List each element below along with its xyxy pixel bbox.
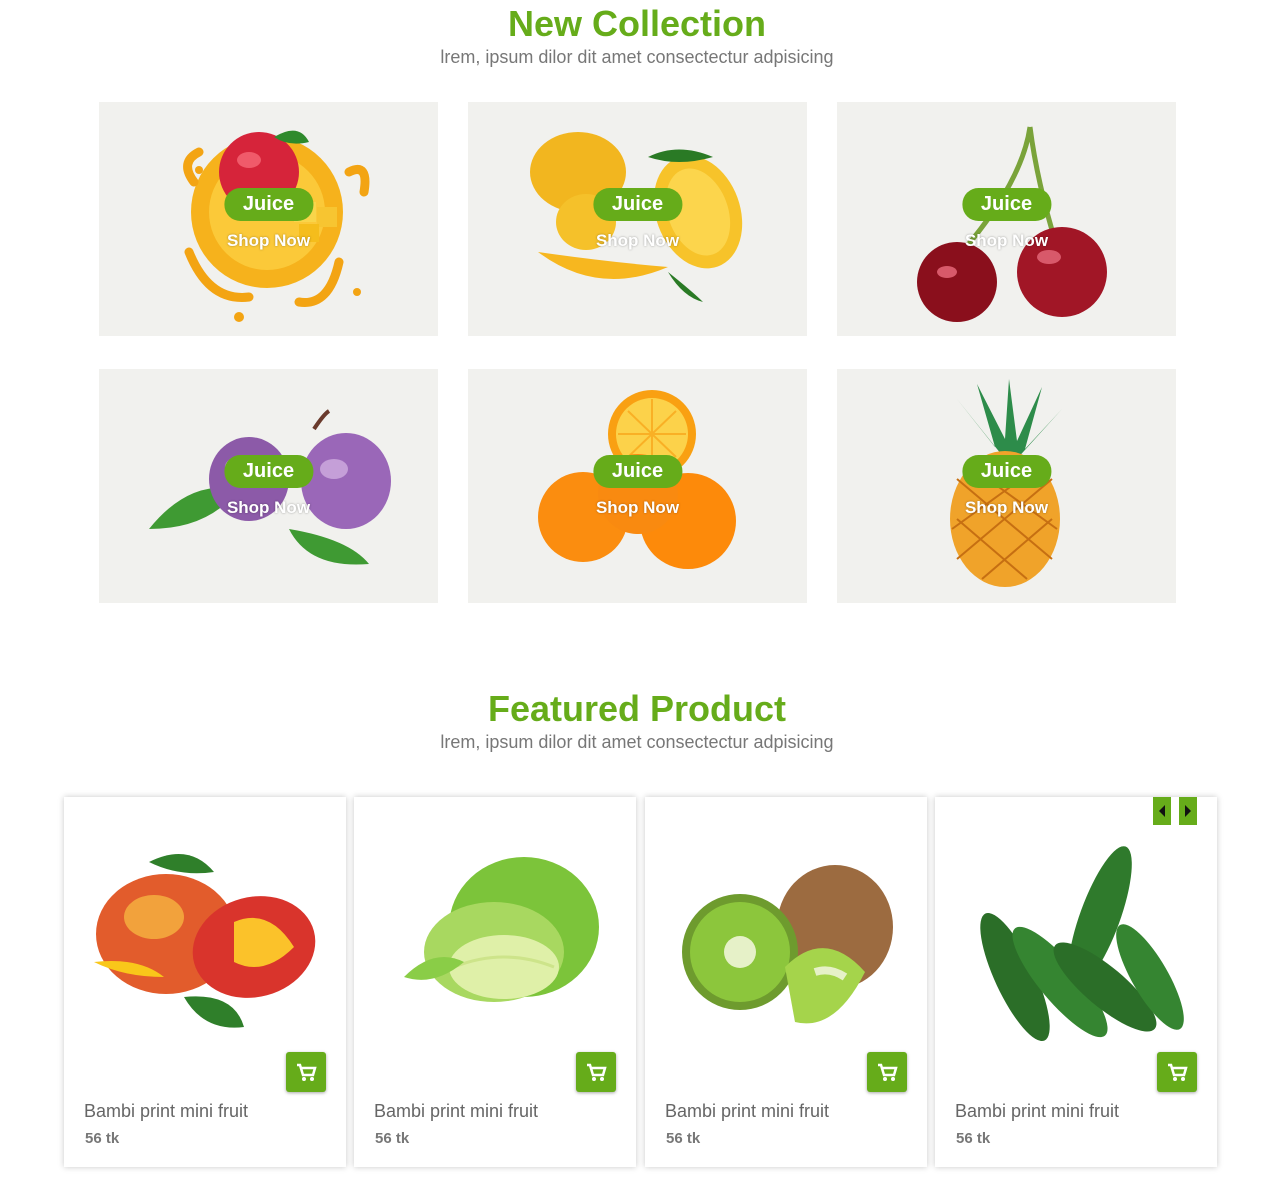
- product-name[interactable]: Bambi print mini fruit: [374, 1101, 538, 1122]
- collection-card[interactable]: Juice Shop Now: [837, 369, 1176, 603]
- collection-card[interactable]: Juice Shop Now: [837, 102, 1176, 336]
- product-price: 56 tk: [85, 1130, 120, 1147]
- product-price: 56 tk: [956, 1130, 991, 1147]
- kiwi-product-image: [682, 865, 893, 1024]
- collection-card[interactable]: Juice Shop Now: [99, 102, 438, 336]
- product-card[interactable]: Bambi print mini fruit 56 tk: [64, 797, 346, 1167]
- juice-badge[interactable]: Juice: [223, 455, 314, 488]
- shop-now-link[interactable]: Shop Now: [99, 498, 438, 518]
- add-to-cart-button[interactable]: [576, 1052, 616, 1092]
- product-card[interactable]: Bambi print mini fruit 56 tk: [645, 797, 927, 1167]
- product-name[interactable]: Bambi print mini fruit: [84, 1101, 248, 1122]
- shopping-cart-icon: [297, 1063, 317, 1081]
- juice-badge[interactable]: Juice: [223, 188, 314, 221]
- chinese-cabbage-product-image: [404, 857, 599, 1002]
- mango-product-image: [94, 854, 316, 1028]
- add-to-cart-button[interactable]: [1157, 1052, 1197, 1092]
- juice-badge[interactable]: Juice: [592, 455, 683, 488]
- shop-now-link[interactable]: Shop Now: [837, 231, 1176, 251]
- carousel-next-button[interactable]: [1179, 797, 1197, 825]
- product-price: 56 tk: [375, 1130, 410, 1147]
- product-price: 56 tk: [666, 1130, 701, 1147]
- collection-card[interactable]: Juice Shop Now: [99, 369, 438, 603]
- carousel-prev-button[interactable]: [1153, 797, 1171, 825]
- cucumbers-product-image: [980, 846, 1184, 1042]
- new-collection-title: New Collection: [507, 3, 767, 44]
- add-to-cart-button[interactable]: [286, 1052, 326, 1092]
- shopping-cart-icon: [1168, 1063, 1188, 1081]
- shopping-cart-icon: [878, 1063, 898, 1081]
- juice-badge[interactable]: Juice: [961, 455, 1052, 488]
- collection-card[interactable]: Juice Shop Now: [468, 369, 807, 603]
- product-card[interactable]: Bambi print mini fruit 56 tk: [935, 797, 1217, 1167]
- add-to-cart-button[interactable]: [867, 1052, 907, 1092]
- shop-now-link[interactable]: Shop Now: [99, 231, 438, 251]
- shop-now-link[interactable]: Shop Now: [837, 498, 1176, 518]
- juice-badge[interactable]: Juice: [961, 188, 1052, 221]
- featured-product-title: Featured Product: [487, 688, 787, 729]
- product-name[interactable]: Bambi print mini fruit: [665, 1101, 829, 1122]
- caret-left-icon: [1159, 805, 1165, 817]
- caret-right-icon: [1185, 805, 1191, 817]
- collection-card[interactable]: Juice Shop Now: [468, 102, 807, 336]
- juice-badge[interactable]: Juice: [592, 188, 683, 221]
- product-name[interactable]: Bambi print mini fruit: [955, 1101, 1119, 1122]
- shop-now-link[interactable]: Shop Now: [468, 498, 807, 518]
- new-collection-subtitle: lrem, ipsum dilor dit amet consectectur …: [440, 47, 834, 67]
- featured-product-subtitle: lrem, ipsum dilor dit amet consectectur …: [440, 732, 834, 752]
- shopping-cart-icon: [587, 1063, 607, 1081]
- product-card[interactable]: Bambi print mini fruit 56 tk: [354, 797, 636, 1167]
- shop-now-link[interactable]: Shop Now: [468, 231, 807, 251]
